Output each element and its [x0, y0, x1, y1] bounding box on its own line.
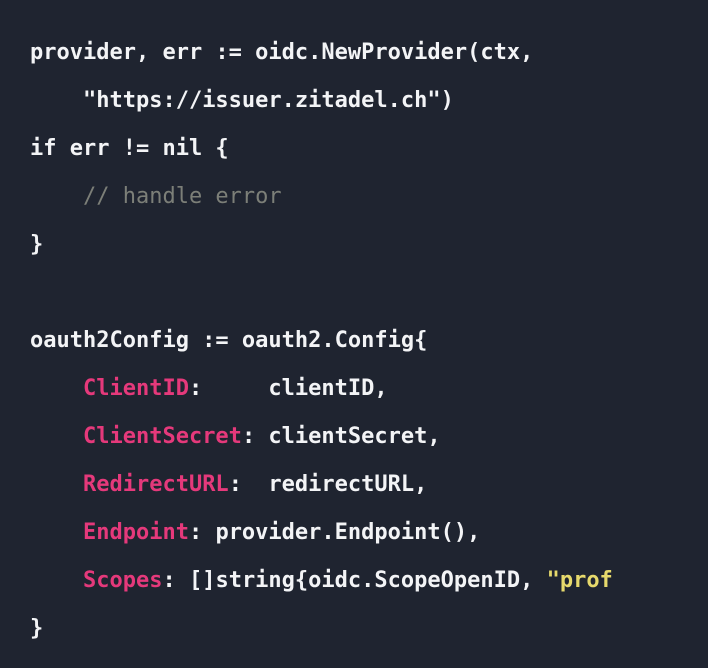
code-token: provider, err := oidc.NewProvider(ctx,	[30, 40, 534, 65]
code-token: }	[30, 616, 44, 641]
code-line: Scopes: []string{oidc.ScopeOpenID, "prof	[30, 557, 708, 605]
code-line: oauth2Config := oauth2.Config{	[30, 317, 708, 365]
code-block: provider, err := oidc.NewProvider(ctx, "…	[0, 0, 708, 668]
field-name-token: Scopes	[82, 568, 163, 593]
string-token: "prof	[546, 568, 613, 593]
code-token: "https://issuer.zitadel.ch")	[82, 88, 454, 113]
code-line: Endpoint: provider.Endpoint(),	[30, 509, 708, 557]
code-line: }	[30, 221, 708, 269]
comment-token: // handle error	[82, 184, 282, 209]
field-name-token: ClientSecret	[82, 424, 242, 449]
field-name-token: RedirectURL	[82, 472, 229, 497]
code-token: oauth2Config := oauth2.Config{	[30, 328, 428, 353]
code-line: "https://issuer.zitadel.ch")	[30, 77, 708, 125]
field-name-token: Endpoint	[82, 520, 189, 545]
code-line: RedirectURL: redirectURL,	[30, 461, 708, 509]
code-line: provider, err := oidc.NewProvider(ctx,	[30, 29, 708, 77]
code-token: : redirectURL,	[228, 472, 428, 497]
code-token: : clientSecret,	[241, 424, 441, 449]
code-token: : []string{oidc.ScopeOpenID,	[162, 568, 547, 593]
code-line: ClientSecret: clientSecret,	[30, 413, 708, 461]
code-line: // handle error	[30, 173, 708, 221]
code-token: if err != nil {	[30, 136, 229, 161]
code-token: : clientID,	[188, 376, 388, 401]
code-line: }	[30, 605, 708, 653]
field-name-token: ClientID	[82, 376, 189, 401]
code-token: }	[30, 232, 44, 257]
code-token: : provider.Endpoint(),	[188, 520, 481, 545]
code-line: if err != nil {	[30, 125, 708, 173]
code-line: ClientID: clientID,	[30, 365, 708, 413]
